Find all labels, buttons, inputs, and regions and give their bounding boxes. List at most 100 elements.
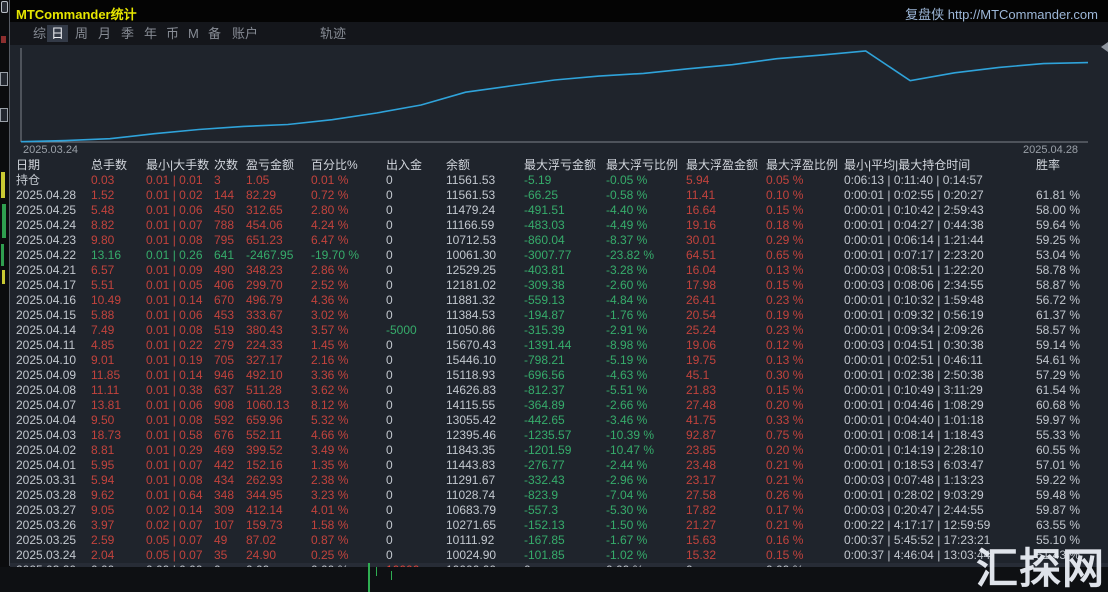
table-row[interactable]: 2025.04.07 13.81 0.01 | 0.06 908 1060.13 8.12… <box>10 398 1108 413</box>
cell-2: 5.51 <box>91 278 115 292</box>
cell-5: 412.14 <box>246 503 283 517</box>
splitter-handle-icon[interactable] <box>1101 42 1108 52</box>
table-row[interactable]: 2025.04.04 9.50 0.01 | 0.08 592 659.96 5.32 %… <box>10 413 1108 428</box>
cell-13: 0:00:01 | 0:09:34 | 2:09:26 <box>844 323 984 337</box>
cell-11: 23.48 <box>686 458 717 472</box>
cell-9: -101.85 <box>524 548 565 562</box>
title-bar[interactable]: MTCommander统计 复盘侠 http://MTCommander.com <box>10 0 1108 22</box>
cell-4: 519 <box>214 323 235 337</box>
menu-item-8[interactable]: M <box>184 25 203 42</box>
cell-14: 60.68 % <box>1036 398 1081 412</box>
cell-12: 0.15 % <box>766 203 804 217</box>
table-row[interactable]: 2025.04.23 9.80 0.01 | 0.08 795 651.23 6.47 %… <box>10 233 1108 248</box>
cell-4: 453 <box>214 308 235 322</box>
table-row[interactable]: 2025.04.25 5.48 0.01 | 0.06 450 312.65 2.80 %… <box>10 203 1108 218</box>
table-row[interactable]: 2025.04.01 5.95 0.01 | 0.07 442 152.16 1.35 %… <box>10 458 1108 473</box>
cell-9: -812.37 <box>524 383 565 397</box>
table-row[interactable]: 2025.03.26 3.97 0.02 | 0.07 107 159.73 1.58 %… <box>10 518 1108 533</box>
table-row[interactable]: 2025.04.11 4.85 0.01 | 0.22 279 224.33 1.45 %… <box>10 338 1108 353</box>
cell-1: 2025.04.17 <box>16 278 77 292</box>
table-row[interactable]: 2025.04.16 10.49 0.01 | 0.14 670 496.79 4.36 … <box>10 293 1108 308</box>
cell-7: 0 <box>386 458 393 472</box>
cell-11: 21.83 <box>686 383 717 397</box>
cell-6: 2.86 % <box>311 263 349 277</box>
table-row[interactable]: 2025.03.25 2.59 0.05 | 0.07 49 87.02 0.87 % 0 1… <box>10 533 1108 548</box>
cell-7: 0 <box>386 488 393 502</box>
cell-3: 0.01 | 0.01 <box>146 173 203 187</box>
cell-2: 9.05 <box>91 503 115 517</box>
table-row[interactable]: 2025.04.21 6.57 0.01 | 0.09 490 348.23 2.86 %… <box>10 263 1108 278</box>
cell-7: 0 <box>386 188 393 202</box>
col-header-5: 盈亏金额 <box>246 158 295 172</box>
col-header-8: 余额 <box>446 158 471 172</box>
cell-2: 5.94 <box>91 473 115 487</box>
cell-6: -19.70 % <box>311 248 360 262</box>
cell-4: 35 <box>214 548 228 562</box>
cell-13: 0:00:03 | 0:04:51 | 0:30:38 <box>844 338 984 352</box>
table-row[interactable]: 2025.04.17 5.51 0.01 | 0.05 406 299.70 2.52 %… <box>10 278 1108 293</box>
cell-13: 0:00:03 | 0:08:51 | 1:22:20 <box>844 263 984 277</box>
cell-13: 0:00:01 | 0:02:38 | 2:50:38 <box>844 368 984 382</box>
col-header-11: 最大浮盈金额 <box>686 158 759 172</box>
menu-item-10[interactable]: 账户 <box>228 25 262 42</box>
equity-chart-area[interactable]: 2025.03.24 2025.04.28 <box>10 42 1108 158</box>
cell-9: -442.65 <box>524 413 565 427</box>
cell-4: 309 <box>214 503 235 517</box>
table-row[interactable]: 2025.04.28 1.52 0.01 | 0.02 144 82.29 0.72 % 0… <box>10 188 1108 203</box>
menu-item-9[interactable]: 备 <box>204 25 225 42</box>
cell-6: 3.57 % <box>311 323 349 337</box>
table-row[interactable]: 2025.03.27 9.05 0.02 | 0.14 309 412.14 4.01 %… <box>10 503 1108 518</box>
table-row[interactable]: 2025.04.08 11.11 0.01 | 0.38 637 511.28 3.62 … <box>10 383 1108 398</box>
table-row[interactable]: 2025.03.31 5.94 0.01 | 0.08 434 262.93 2.38 %… <box>10 473 1108 488</box>
cell-6: 2.16 % <box>311 353 349 367</box>
menu-item-11[interactable]: 轨迹 <box>316 25 350 42</box>
underlying-chart-fragment <box>2 204 6 238</box>
table-row[interactable]: 2025.04.22 13.16 0.01 | 0.26 641 -2467.95 -19… <box>10 248 1108 263</box>
cell-11: 5.94 <box>686 173 710 187</box>
table-row[interactable]: 2025.04.09 11.85 0.01 | 0.14 946 492.10 3.36 … <box>10 368 1108 383</box>
cell-3: 0.01 | 0.07 <box>146 218 203 232</box>
cell-13: 0:00:01 | 0:09:32 | 0:56:19 <box>844 308 984 322</box>
table-row[interactable]: 2025.04.15 5.88 0.01 | 0.06 453 333.67 3.02 %… <box>10 308 1108 323</box>
table-row[interactable]: 2025.03.24 2.04 0.05 | 0.07 35 24.90 0.25 % 0 1… <box>10 548 1108 563</box>
x-axis-start-label: 2025.03.24 <box>23 144 79 156</box>
cell-4: 144 <box>214 188 235 202</box>
table-row[interactable]: 持仓 0.03 0.01 | 0.01 3 1.05 0.01 % 0 11561.53 -5.… <box>10 173 1108 188</box>
cell-5: 333.67 <box>246 308 283 322</box>
menu-item-4[interactable]: 月 <box>94 25 115 42</box>
cell-6: 0.72 % <box>311 188 349 202</box>
cell-3: 0.01 | 0.14 <box>146 368 203 382</box>
cell-11: 27.58 <box>686 488 717 502</box>
cell-10: -2.91 % <box>606 323 648 337</box>
cell-1: 2025.04.21 <box>16 263 77 277</box>
cell-11: 41.75 <box>686 413 717 427</box>
cell-13: 0:00:01 | 0:04:40 | 1:01:18 <box>844 413 984 427</box>
table-row[interactable]: 2025.03.28 9.62 0.01 | 0.64 348 344.95 3.23 %… <box>10 488 1108 503</box>
cell-7: 0 <box>386 203 393 217</box>
table-row[interactable]: 2025.04.24 8.82 0.01 | 0.07 788 454.06 4.24 %… <box>10 218 1108 233</box>
menu-item-6[interactable]: 年 <box>140 25 161 42</box>
cell-1: 2025.04.10 <box>16 353 77 367</box>
menu-item-2[interactable]: 日 <box>47 25 69 42</box>
table-row[interactable]: 2025.04.02 8.81 0.01 | 0.29 469 399.52 3.49 %… <box>10 443 1108 458</box>
table-row[interactable]: 2025.04.03 18.73 0.01 | 0.58 676 552.11 4.66 … <box>10 428 1108 443</box>
menu-item-7[interactable]: 币 <box>162 25 183 42</box>
table-row[interactable]: 2025.04.10 9.01 0.01 | 0.19 705 327.17 2.16 %… <box>10 353 1108 368</box>
cell-1: 2025.04.08 <box>16 383 77 397</box>
underlying-chart-fragment <box>1 244 4 266</box>
cell-11: 45.1 <box>686 368 710 382</box>
cell-3: 0.02 | 0.14 <box>146 503 203 517</box>
brand-link[interactable]: 复盘侠 http://MTCommander.com <box>905 4 1098 23</box>
cell-6: 3.62 % <box>311 383 349 397</box>
cell-1: 2025.03.27 <box>16 503 77 517</box>
cell-13: 0:00:01 | 0:04:46 | 1:08:29 <box>844 398 984 412</box>
cell-5: 552.11 <box>246 428 282 442</box>
cell-5: 380.43 <box>246 323 283 337</box>
table-row[interactable]: 2025.04.14 7.49 0.01 | 0.08 519 380.43 3.57 %… <box>10 323 1108 338</box>
menu-item-3[interactable]: 周 <box>71 25 92 42</box>
cell-1: 持仓 <box>16 173 41 187</box>
cell-8: 11443.83 <box>446 458 496 472</box>
menu-item-5[interactable]: 季 <box>117 25 138 42</box>
cell-9: -167.85 <box>524 533 565 547</box>
cell-14: 59.48 % <box>1036 488 1081 502</box>
